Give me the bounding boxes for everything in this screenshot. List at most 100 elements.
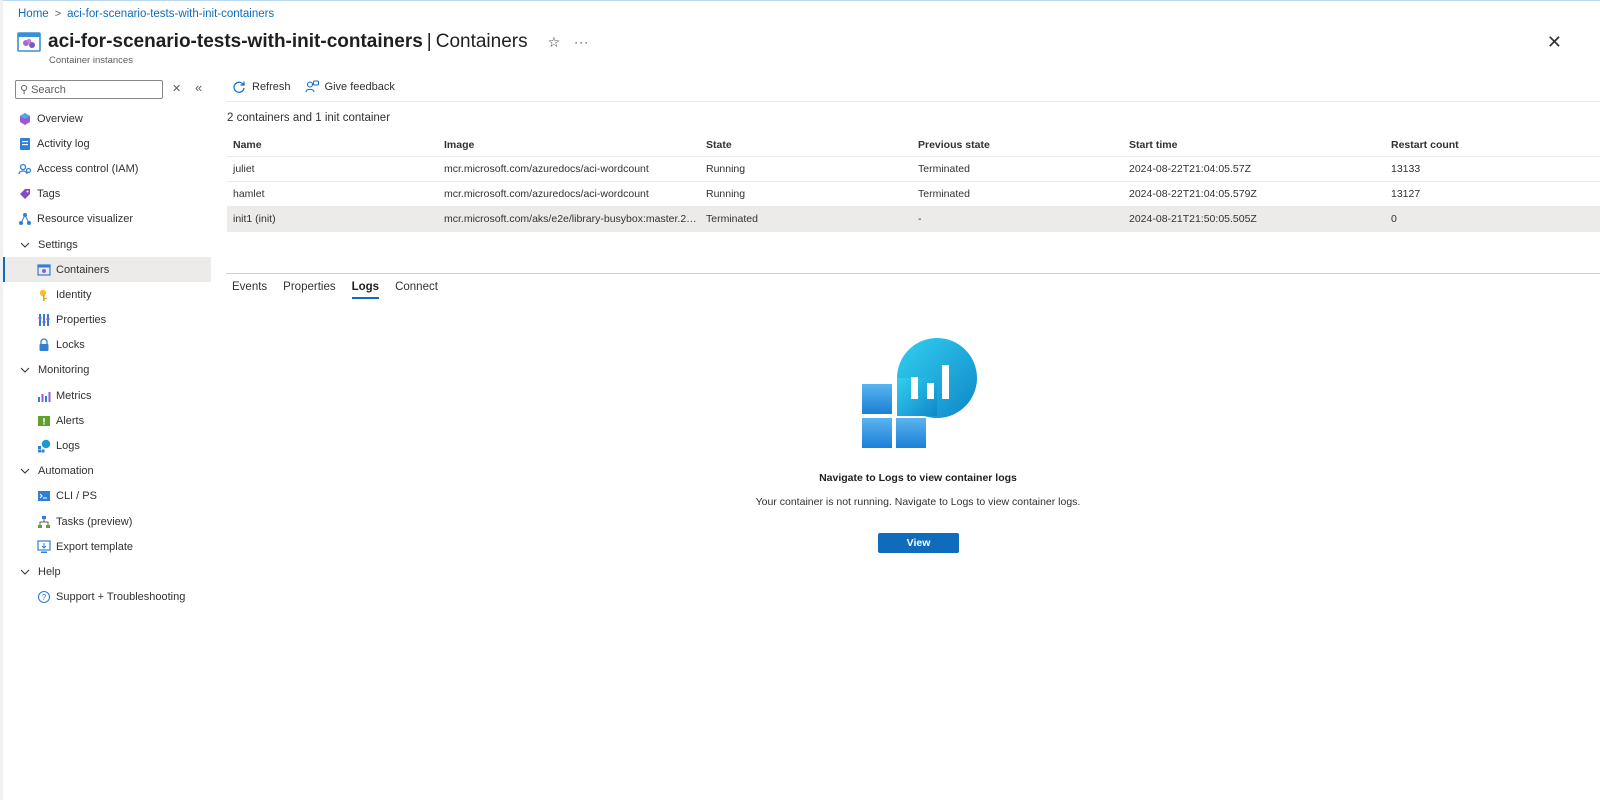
title-separator: | [426,31,432,52]
tag-icon [18,187,32,201]
pane-splitter[interactable] [226,273,1600,274]
breadcrumb-home-link[interactable]: Home [18,8,49,20]
sidebar-group-automation[interactable]: Automation [4,459,211,484]
svg-text:?: ? [42,593,47,602]
sidebar-item-containers[interactable]: Containers [3,257,211,283]
chevron-down-icon [20,567,30,577]
cell-start-time: 2024-08-22T21:04:05.57Z [1129,163,1252,175]
sidebar-item-tasks[interactable]: Tasks (preview) [4,509,211,534]
sidebar-item-label: Logs [56,440,80,453]
table-row-selected[interactable]: init1 (init) mcr.microsoft.com/aks/e2e/l… [227,207,1600,232]
cell-previous-state: - [918,213,922,225]
sidebar-item-identity[interactable]: Identity [4,282,211,307]
column-header: State [706,138,732,151]
cell-state: Running [706,163,746,175]
cell-name: hamlet [233,188,265,200]
page-header: aci-for-scenario-tests-with-init-contain… [17,30,589,54]
sidebar-nav: Overview Activity log Access control (IA… [3,106,211,610]
sidebar-search[interactable]: ⚲ [15,80,163,99]
empty-state-description: Your container is not running. Navigate … [755,496,1081,508]
container-instances-icon [17,32,41,52]
identity-icon [37,288,51,302]
sidebar-item-export-template[interactable]: Export template [4,534,211,559]
sidebar-item-resource-visualizer[interactable]: Resource visualizer [4,207,211,232]
cell-restart-count: 13133 [1391,163,1421,175]
cell-name: juliet [233,163,255,175]
table-row[interactable]: hamlet mcr.microsoft.com/azuredocs/aci-w… [227,182,1600,207]
sidebar-search-input[interactable] [31,83,152,96]
sidebar-item-alerts[interactable]: Alerts [4,408,211,433]
log-analytics-illustration-icon [862,338,977,448]
containers-summary: 2 containers and 1 init container [227,112,391,124]
refresh-button[interactable]: Refresh [232,80,291,94]
feedback-icon [304,80,319,93]
table-row[interactable]: juliet mcr.microsoft.com/azuredocs/aci-w… [227,157,1600,182]
sidebar-item-overview[interactable]: Overview [4,106,211,131]
containers-table: Name Image State Previous state Start ti… [227,133,1600,232]
close-icon[interactable]: ✕ [1547,33,1562,51]
sidebar-item-label: Resource visualizer [37,213,133,226]
give-feedback-label: Give feedback [324,81,395,93]
lock-icon [37,338,51,352]
tab-properties[interactable]: Properties [283,281,335,298]
cell-previous-state: Terminated [918,188,970,200]
sidebar-group-monitoring[interactable]: Monitoring [4,358,211,383]
breadcrumb-resource-link[interactable]: aci-for-scenario-tests-with-init-contain… [67,8,274,20]
give-feedback-button[interactable]: Give feedback [304,80,395,94]
column-header: Name [233,138,262,151]
cli-icon [37,489,51,503]
sidebar-group-help[interactable]: Help [4,559,211,584]
sidebar-group-settings[interactable]: Settings [4,232,211,257]
toolbar-divider [226,101,1600,102]
refresh-label: Refresh [252,81,291,93]
sidebar-item-properties[interactable]: Properties [4,308,211,333]
sidebar-item-cli-ps[interactable]: CLI / PS [4,484,211,509]
sidebar-item-locks[interactable]: Locks [4,333,211,358]
resource-visualizer-icon [18,212,32,226]
command-bar: Refresh Give feedback [232,80,395,94]
logs-icon [37,439,51,453]
tab-logs[interactable]: Logs [351,281,380,299]
cell-restart-count: 0 [1391,213,1397,225]
sidebar-group-label: Settings [38,238,78,251]
tasks-icon [37,515,51,529]
sidebar-item-activity-log[interactable]: Activity log [4,131,211,156]
chevron-down-icon [20,466,30,476]
sidebar-group-label: Automation [38,465,94,478]
metrics-icon [37,389,51,403]
cell-name: init1 (init) [233,213,276,225]
collapse-sidebar-icon[interactable]: « [195,80,202,95]
sidebar-item-tags[interactable]: Tags [4,182,211,207]
cell-restart-count: 13127 [1391,188,1421,200]
clear-filter-icon[interactable]: ✕ [172,82,181,95]
column-header: Start time [1129,138,1178,151]
search-icon: ⚲ [20,84,29,96]
column-header: Restart count [1391,138,1459,151]
sidebar-item-label: Metrics [56,389,92,402]
sidebar-item-logs[interactable]: Logs [4,433,211,458]
sidebar-item-label: Tags [37,188,61,201]
favorite-star-icon[interactable]: ☆ [548,34,561,51]
more-options-icon[interactable]: ··· [574,35,589,49]
chevron-down-icon [20,365,30,375]
sidebar-item-label: Support + Troubleshooting [56,591,186,604]
view-logs-button[interactable]: View [878,533,959,553]
refresh-icon [233,81,245,93]
cell-start-time: 2024-08-22T21:04:05.579Z [1129,188,1257,200]
sidebar-item-label: Activity log [37,137,90,150]
sidebar-item-label: Locks [56,339,85,352]
tab-events[interactable]: Events [232,281,267,298]
sidebar-item-label: Identity [56,288,92,301]
breadcrumb-separator: > [54,8,62,20]
sidebar-item-access-control[interactable]: Access control (IAM) [4,156,211,181]
left-border [0,0,3,800]
page-subtitle: Container instances [49,55,133,66]
sidebar-item-label: Overview [37,112,83,125]
table-header: Name Image State Previous state Start ti… [227,133,1600,157]
sidebar-item-support[interactable]: ? Support + Troubleshooting [4,585,211,610]
tab-connect[interactable]: Connect [395,281,438,298]
details-tabs: Events Properties Logs Connect [232,281,438,299]
sidebar-item-metrics[interactable]: Metrics [4,383,211,408]
cell-previous-state: Terminated [918,163,970,175]
overview-icon [18,112,32,126]
